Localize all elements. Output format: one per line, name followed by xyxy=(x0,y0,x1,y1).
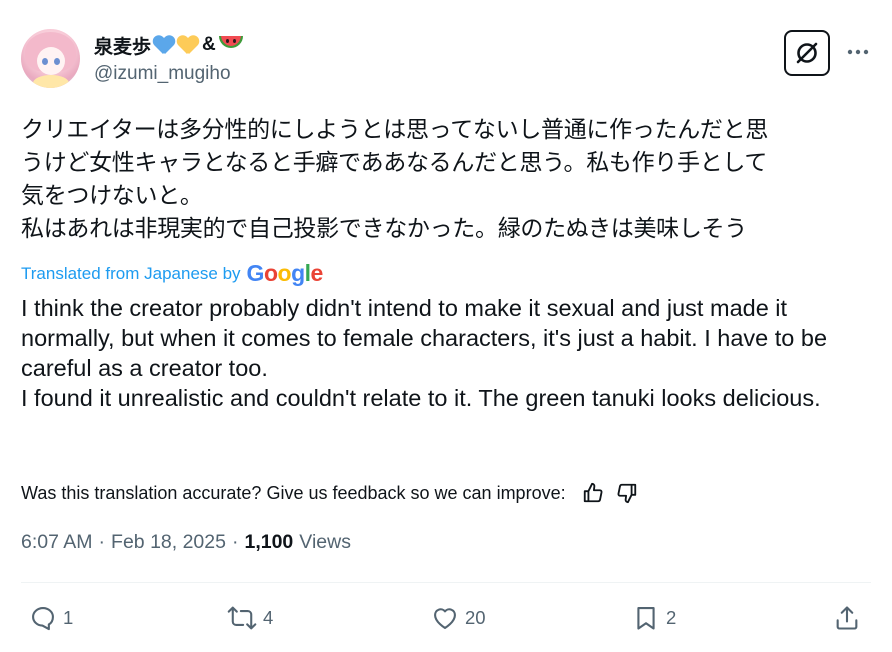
more-options-button[interactable] xyxy=(846,40,870,64)
yellow-heart-icon xyxy=(177,35,199,55)
post-meta: 6:07 AM · Feb 18, 2025 · 1,100 Views xyxy=(21,531,351,554)
share-button[interactable] xyxy=(833,604,861,632)
repost-icon xyxy=(227,606,257,630)
heart-icon xyxy=(434,608,456,629)
bookmark-icon xyxy=(637,607,655,630)
more-dots-icon xyxy=(847,49,869,55)
post-card: 泉麦歩 & @izumi_mugiho クリエイターは多分性的にしようとは思って… xyxy=(0,0,892,652)
original-line: クリエイターは多分性的にしようとは思ってないし普通に作ったんだと思 xyxy=(21,117,769,143)
post-original-text: クリエイターは多分性的にしようとは思ってないし普通に作ったんだと思 うけど女性キ… xyxy=(21,114,871,246)
thumbs-up-button[interactable] xyxy=(580,480,606,506)
translation-attribution: Translated from Japanese by Google xyxy=(21,260,323,287)
display-name[interactable]: 泉麦歩 & xyxy=(94,32,243,58)
grok-icon xyxy=(796,42,818,64)
feedback-prompt: Was this translation accurate? Give us f… xyxy=(21,482,566,503)
translation-paragraph: I found it unrealistic and couldn't rela… xyxy=(21,385,821,411)
like-button[interactable]: 20 xyxy=(431,604,486,632)
blue-heart-icon xyxy=(153,35,175,55)
meta-separator: · xyxy=(98,531,106,553)
bookmark-count: 2 xyxy=(666,607,677,628)
repost-count: 4 xyxy=(263,607,274,628)
display-name-text: 泉麦歩 xyxy=(94,36,152,58)
thumbs-down-button[interactable] xyxy=(614,480,640,506)
action-bar: 1 4 20 2 xyxy=(21,600,871,640)
meta-separator: · xyxy=(231,531,239,553)
avatar[interactable] xyxy=(21,29,80,88)
watermelon-icon xyxy=(218,36,243,50)
avatar-collar xyxy=(33,75,69,88)
google-logo: Google xyxy=(246,260,324,286)
reply-count: 1 xyxy=(63,607,74,628)
translated-from-label: Translated from Japanese by xyxy=(21,263,241,283)
reply-button[interactable]: 1 xyxy=(29,604,73,632)
bookmark-button[interactable]: 2 xyxy=(632,604,676,632)
post-date[interactable]: Feb 18, 2025 xyxy=(111,531,226,554)
user-handle[interactable]: @izumi_mugiho xyxy=(94,63,231,85)
display-name-amp: & xyxy=(202,34,216,55)
original-line: うけど女性キャラとなると手癖でああなるんだと思う。私も作り手として xyxy=(21,150,768,176)
translation-feedback: Was this translation accurate? Give us f… xyxy=(21,480,640,506)
divider xyxy=(21,582,871,583)
reply-icon xyxy=(32,607,54,631)
original-line: 私はあれは非現実的で自己投影できなかった。緑のたぬきは美味しそう xyxy=(21,216,747,242)
original-line: 気をつけないと。 xyxy=(21,183,203,209)
thumbs-up-icon xyxy=(583,482,603,503)
grok-button[interactable] xyxy=(784,30,830,76)
translation-paragraph: I think the creator probably didn't inte… xyxy=(21,295,828,381)
avatar-eye xyxy=(42,58,48,65)
avatar-eye xyxy=(54,58,60,65)
thumbs-down-icon xyxy=(617,483,636,504)
post-translated-text: I think the creator probably didn't inte… xyxy=(21,293,876,413)
repost-button[interactable]: 4 xyxy=(227,604,273,632)
views-label: Views xyxy=(299,531,351,553)
post-time[interactable]: 6:07 AM xyxy=(21,531,93,554)
like-count: 20 xyxy=(465,607,486,628)
share-icon xyxy=(836,606,858,630)
views-count: 1,100 xyxy=(244,531,294,553)
